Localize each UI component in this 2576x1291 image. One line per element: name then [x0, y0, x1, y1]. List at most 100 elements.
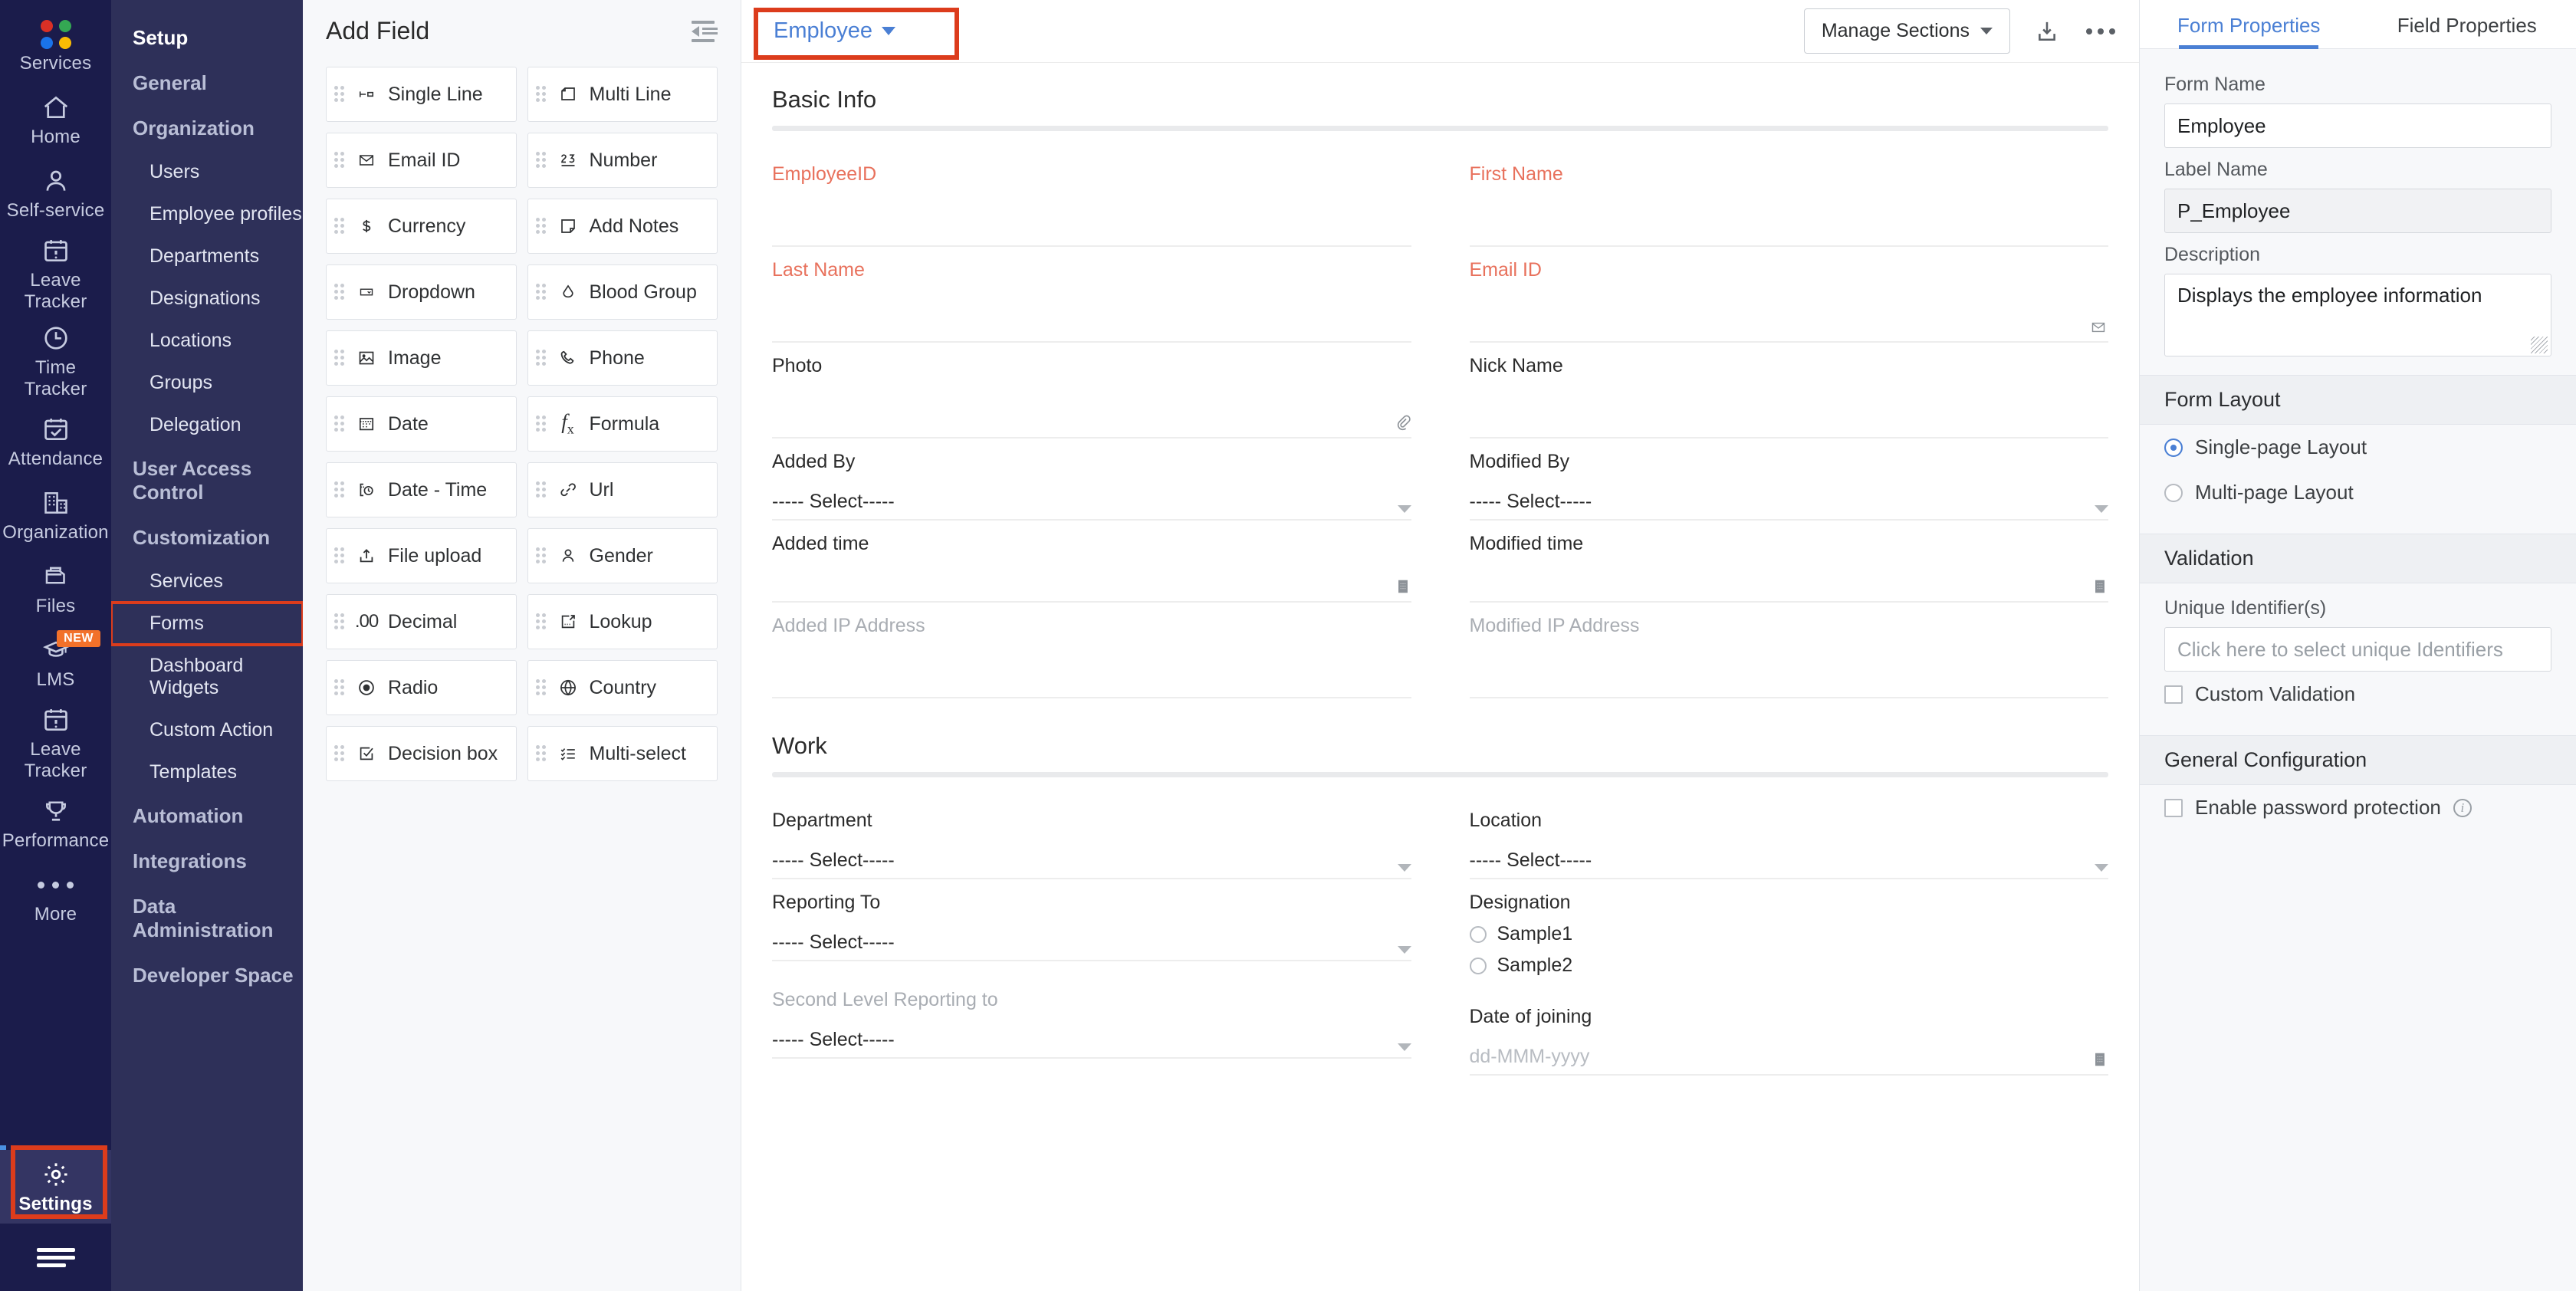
added-time-input[interactable] [772, 563, 1411, 603]
modified-by-select[interactable]: ----- Select----- [1470, 481, 2109, 521]
nav-item-departments[interactable]: Departments [111, 235, 303, 278]
nav-item-users[interactable]: Users [111, 151, 303, 193]
drag-handle-icon[interactable] [536, 481, 548, 498]
nav-item-delegation[interactable]: Delegation [111, 404, 303, 446]
tab-field-properties[interactable]: Field Properties [2358, 0, 2576, 48]
option-single-page-layout[interactable]: Single-page Layout [2164, 425, 2551, 470]
department-select[interactable]: ----- Select----- [772, 839, 1411, 879]
nav-item-setup[interactable]: Setup [111, 15, 303, 61]
added-by-select[interactable]: ----- Select----- [772, 481, 1411, 521]
drag-handle-icon[interactable] [536, 218, 548, 235]
field-chip-single-line[interactable]: Single Line [326, 67, 517, 122]
manage-sections-button[interactable]: Manage Sections [1804, 8, 2010, 54]
option-multi-page-layout[interactable]: Multi-page Layout [2164, 470, 2551, 515]
rail-item-organization[interactable]: Organization [0, 478, 111, 552]
rail-item-services[interactable]: Services [0, 9, 111, 83]
nav-item-templates[interactable]: Templates [111, 751, 303, 793]
designation-option-sample2[interactable]: Sample2 [1470, 954, 2109, 977]
field-chip-date-time[interactable]: Date - Time [326, 462, 517, 517]
field-chip-file-upload[interactable]: File upload [326, 528, 517, 583]
nav-item-organization[interactable]: Organization [111, 106, 303, 151]
drag-handle-icon[interactable] [334, 547, 347, 564]
unique-identifier-field[interactable]: Click here to select unique Identifiers [2164, 627, 2551, 672]
rail-item-home[interactable]: Home [0, 83, 111, 156]
field-chip-multi-select[interactable]: Multi-select [527, 726, 718, 781]
drag-handle-icon[interactable] [536, 613, 548, 630]
nav-item-user-access-control[interactable]: User Access Control [111, 446, 303, 515]
drag-handle-icon[interactable] [536, 745, 548, 762]
designation-option-sample1[interactable]: Sample1 [1470, 923, 2109, 945]
rail-item-attendance[interactable]: Attendance [0, 405, 111, 478]
calendar-icon[interactable] [2091, 578, 2108, 595]
field-chip-url[interactable]: Url [527, 462, 718, 517]
form-selector-dropdown[interactable]: Employee [774, 18, 895, 44]
nav-item-designations[interactable]: Designations [111, 278, 303, 320]
field-chip-lookup[interactable]: Lookup [527, 594, 718, 649]
nav-item-employee-profiles[interactable]: Employee profiles [111, 193, 303, 235]
drag-handle-icon[interactable] [334, 152, 347, 169]
tab-form-properties[interactable]: Form Properties [2140, 0, 2358, 48]
nav-item-automation[interactable]: Automation [111, 793, 303, 839]
collapse-panel-icon[interactable] [692, 21, 718, 42]
date-of-joining-input[interactable]: dd-MMM-yyyy [1470, 1036, 2109, 1076]
rail-item-settings[interactable]: Settings [0, 1150, 111, 1224]
drag-handle-icon[interactable] [334, 218, 347, 235]
field-chip-dropdown[interactable]: Dropdown [326, 264, 517, 320]
field-chip-gender[interactable]: Gender [527, 528, 718, 583]
rail-item-more[interactable]: More [0, 860, 111, 934]
drag-handle-icon[interactable] [536, 679, 548, 696]
drag-handle-icon[interactable] [536, 152, 548, 169]
label-name-field[interactable]: P_Employee [2164, 189, 2551, 233]
nav-item-developer-space[interactable]: Developer Space [111, 953, 303, 998]
form-name-field[interactable]: Employee [2164, 103, 2551, 148]
field-chip-phone[interactable]: Phone [527, 330, 718, 386]
field-chip-decision-box[interactable]: Decision box [326, 726, 517, 781]
drag-handle-icon[interactable] [334, 745, 347, 762]
field-chip-decimal[interactable]: .00 Decimal [326, 594, 517, 649]
field-chip-date[interactable]: Date [326, 396, 517, 452]
photo-input[interactable] [772, 385, 1411, 439]
calendar-icon[interactable] [2091, 1051, 2108, 1068]
second-level-reporting-select[interactable]: ----- Select----- [772, 1019, 1411, 1059]
drag-handle-icon[interactable] [334, 350, 347, 366]
drag-handle-icon[interactable] [334, 284, 347, 301]
rail-item-leave-tracker-2[interactable]: Leave Tracker [0, 699, 111, 787]
nav-item-customization[interactable]: Customization [111, 515, 303, 560]
rail-item-performance[interactable]: Performance [0, 787, 111, 860]
drag-handle-icon[interactable] [536, 547, 548, 564]
drag-handle-icon[interactable] [536, 350, 548, 366]
description-field[interactable]: Displays the employee information [2164, 274, 2551, 356]
nav-item-forms[interactable]: Forms [111, 603, 303, 645]
reporting-to-select[interactable]: ----- Select----- [772, 921, 1411, 961]
drag-handle-icon[interactable] [334, 613, 347, 630]
nav-item-general[interactable]: General [111, 61, 303, 106]
rail-item-time-tracker[interactable]: Time Tracker [0, 317, 111, 405]
hamburger-icon[interactable] [0, 1224, 111, 1291]
option-custom-validation[interactable]: Custom Validation [2164, 672, 2551, 717]
nav-item-locations[interactable]: Locations [111, 320, 303, 362]
nav-item-data-administration[interactable]: Data Administration [111, 884, 303, 953]
nav-item-dashboard-widgets[interactable]: Dashboard Widgets [111, 645, 303, 709]
field-chip-image[interactable]: Image [326, 330, 517, 386]
field-chip-country[interactable]: Country [527, 660, 718, 715]
field-chip-formula[interactable]: fx Formula [527, 396, 718, 452]
field-chip-radio[interactable]: Radio [326, 660, 517, 715]
location-select[interactable]: ----- Select----- [1470, 839, 2109, 879]
calendar-icon[interactable] [1395, 578, 1411, 595]
option-enable-password-protection[interactable]: Enable password protection i [2164, 785, 2551, 830]
field-chip-number[interactable]: Number [527, 133, 718, 188]
rail-item-lms[interactable]: NEW LMS [0, 626, 111, 699]
field-chip-currency[interactable]: Currency [326, 199, 517, 254]
more-options-icon[interactable] [2084, 15, 2118, 48]
nick-name-input[interactable] [1470, 385, 2109, 439]
nav-item-integrations[interactable]: Integrations [111, 839, 303, 884]
modified-time-input[interactable] [1470, 563, 2109, 603]
nav-item-services[interactable]: Services [111, 560, 303, 603]
paperclip-icon[interactable] [1395, 412, 1411, 431]
download-icon[interactable] [2030, 15, 2064, 48]
drag-handle-icon[interactable] [536, 284, 548, 301]
drag-handle-icon[interactable] [334, 481, 347, 498]
field-chip-blood-group[interactable]: Blood Group [527, 264, 718, 320]
email-id-input[interactable] [1470, 289, 2109, 343]
first-name-input[interactable] [1470, 193, 2109, 247]
